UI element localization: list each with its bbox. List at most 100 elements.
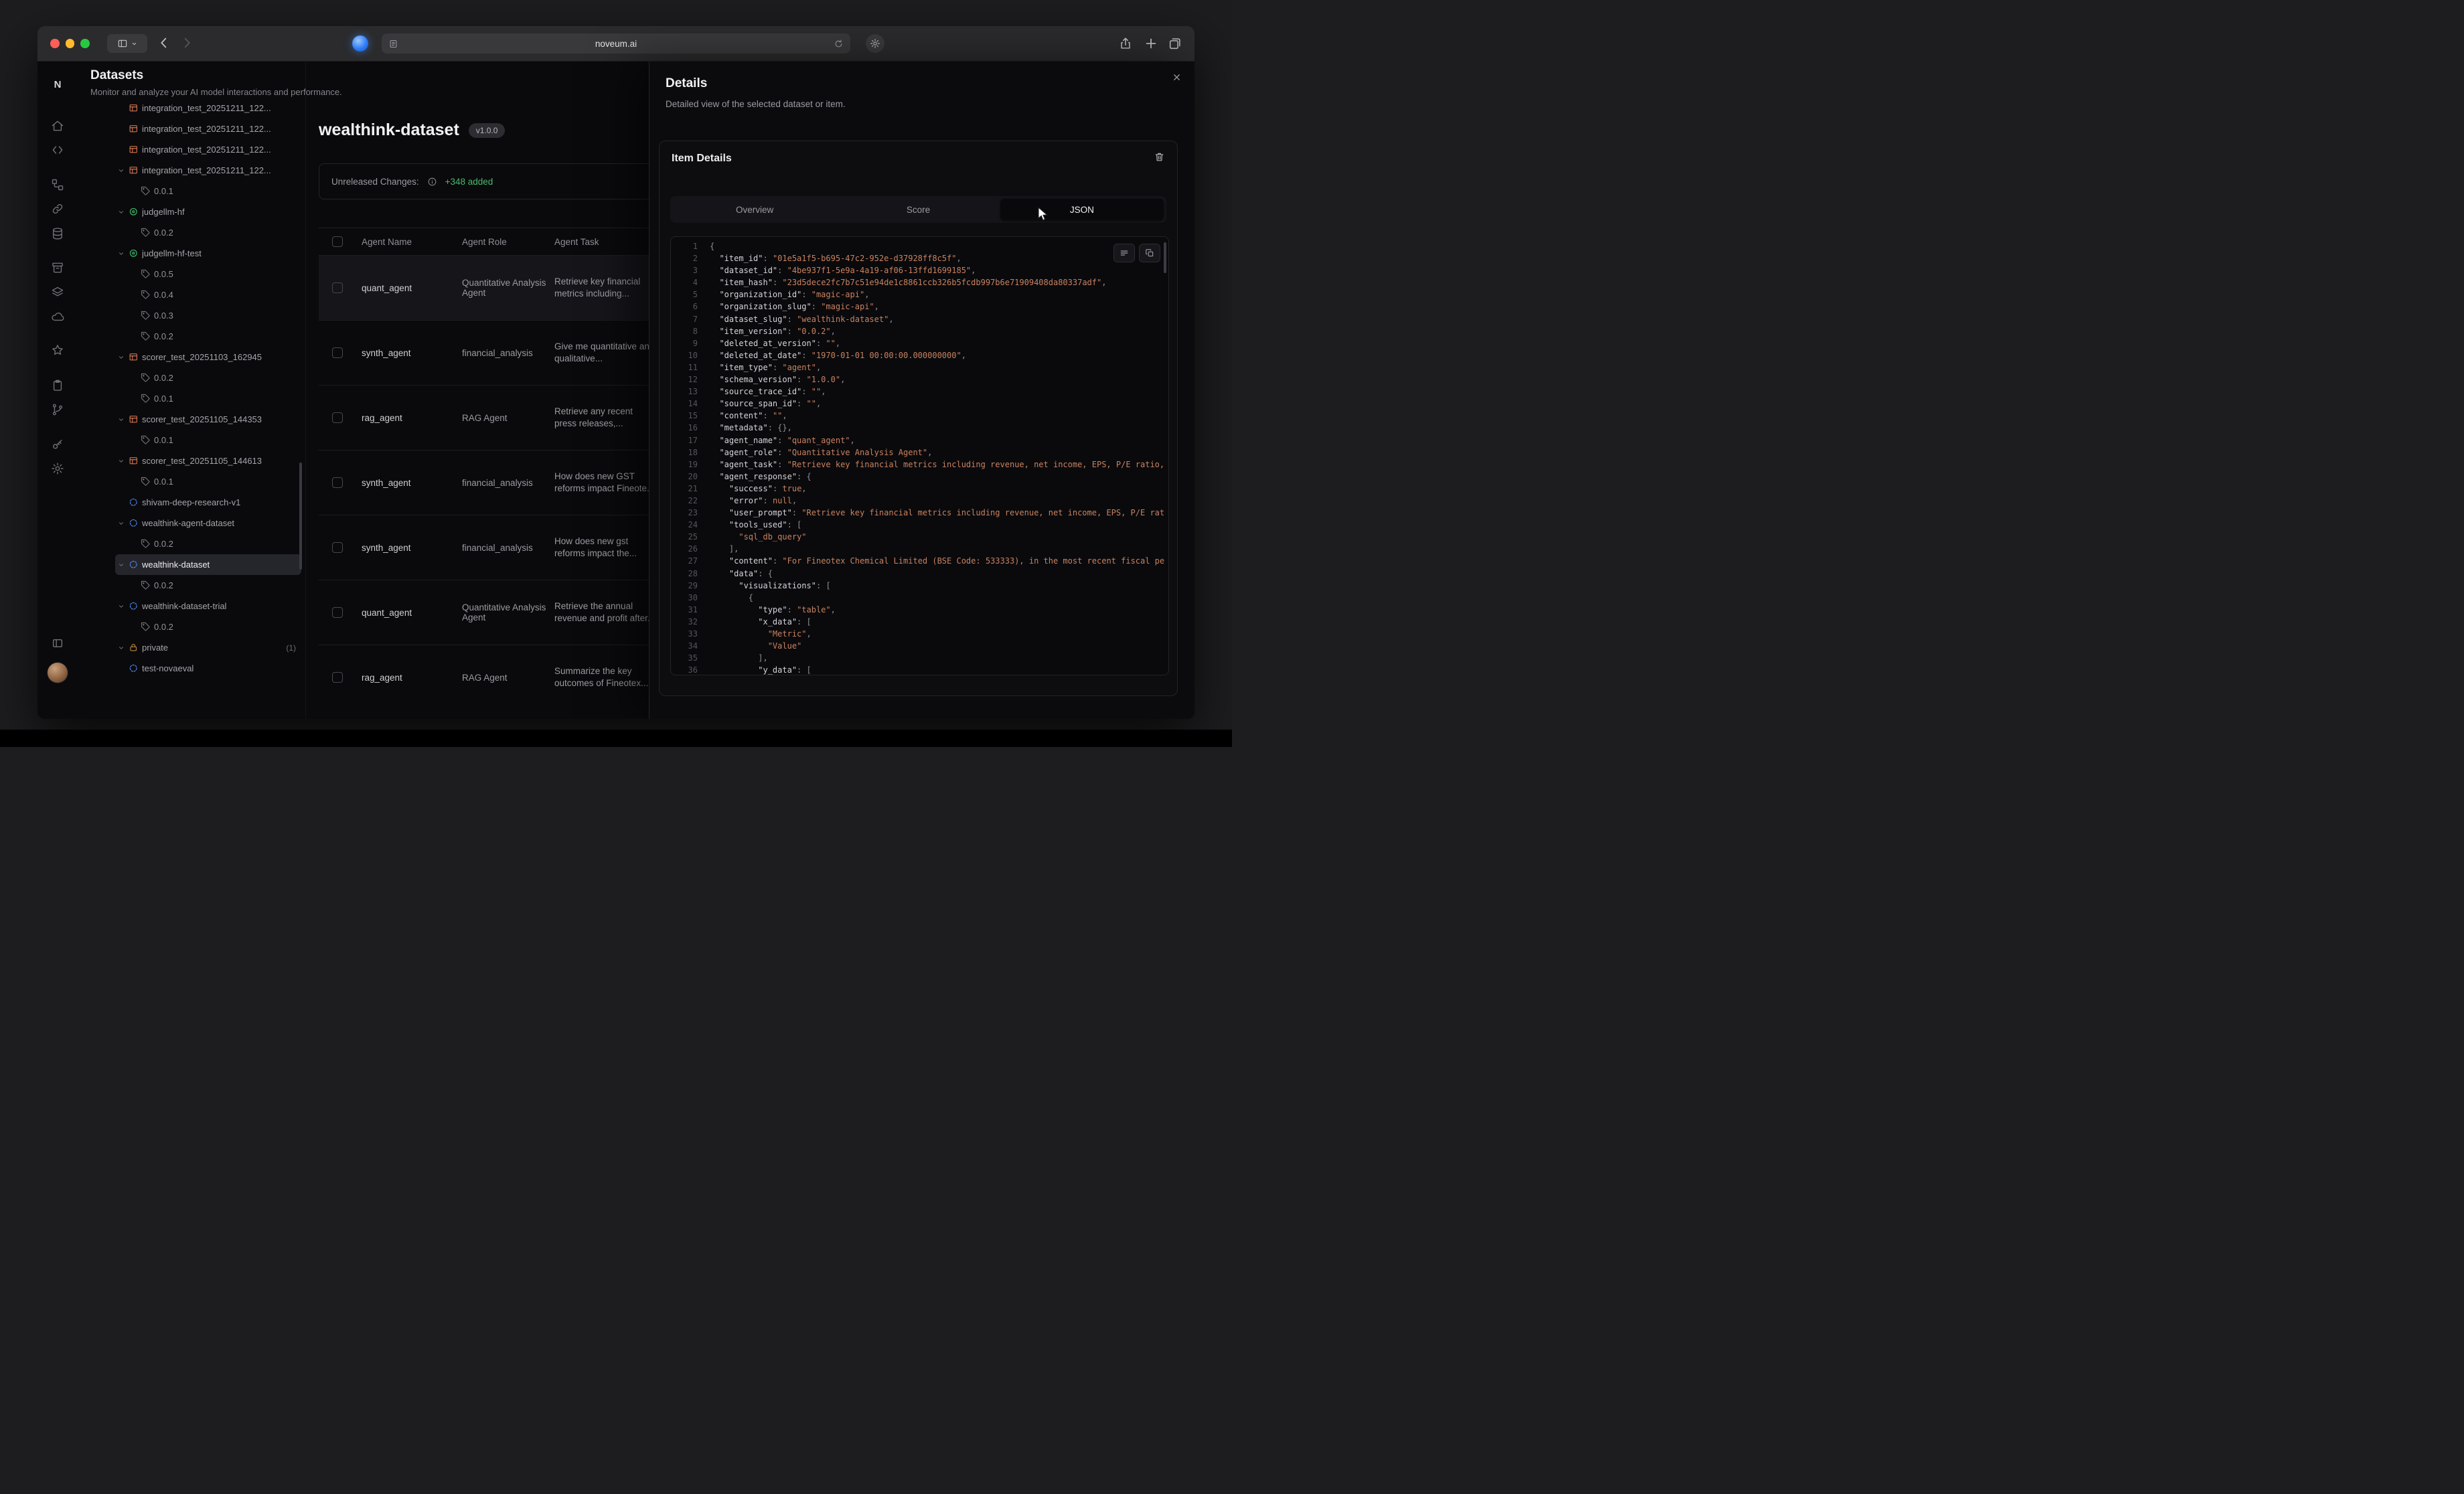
table-row[interactable]: rag_agentRAG AgentRetrieve any recent pr… xyxy=(319,385,664,450)
workflow-icon[interactable] xyxy=(51,178,64,191)
row-checkbox[interactable] xyxy=(332,477,343,488)
site-settings-icon[interactable] xyxy=(388,39,398,49)
json-code-block[interactable]: 1{2 "item_id": "01e5a1f5-b695-47c2-952e-… xyxy=(670,236,1169,675)
close-icon[interactable] xyxy=(1172,72,1182,82)
code-icon[interactable] xyxy=(51,143,64,157)
table-row[interactable]: rag_agentRAG AgentSummarize the key outc… xyxy=(319,645,664,710)
tree-item[interactable]: private(1) xyxy=(115,637,301,658)
address-bar[interactable]: noveum.ai xyxy=(382,33,850,54)
clipboard-icon[interactable] xyxy=(51,379,64,392)
new-tab-button[interactable] xyxy=(1144,36,1158,51)
database-icon[interactable] xyxy=(51,227,64,240)
code-line: 14 "source_span_id": "", xyxy=(671,398,1168,410)
tree-version-item[interactable]: 0.0.2 xyxy=(115,222,301,243)
back-button[interactable] xyxy=(157,35,171,50)
tree-version-item[interactable]: 0.0.2 xyxy=(115,616,301,637)
tree-item[interactable]: scorer_test_20251105_144353 xyxy=(115,409,301,430)
tree-scrollbar[interactable] xyxy=(299,463,302,570)
close-window-button[interactable] xyxy=(50,39,60,48)
browser-window: noveum.ai N Datasets Monitor and analyze… xyxy=(37,26,1195,719)
info-icon[interactable] xyxy=(427,177,437,187)
tree-item-label: scorer_test_20251105_144353 xyxy=(142,414,262,424)
tree-item[interactable]: wealthink-dataset xyxy=(115,554,301,575)
archive-icon[interactable] xyxy=(51,261,64,274)
table-icon xyxy=(129,124,142,134)
row-checkbox[interactable] xyxy=(332,672,343,683)
tree-item[interactable]: integration_test_20251211_122... xyxy=(115,98,301,118)
tree-version-item[interactable]: 0.0.5 xyxy=(115,264,301,284)
code-line: 2 "item_id": "01e5a1f5-b695-47c2-952e-d3… xyxy=(671,252,1168,264)
column-agent-task[interactable]: Agent Task xyxy=(554,232,664,252)
tree-version-item[interactable]: 0.0.2 xyxy=(115,575,301,596)
row-checkbox[interactable] xyxy=(332,347,343,358)
column-agent-role[interactable]: Agent Role xyxy=(462,232,554,252)
app-logo[interactable]: N xyxy=(37,79,78,90)
share-button[interactable] xyxy=(1118,36,1133,51)
row-checkbox[interactable] xyxy=(332,282,343,293)
tree-version-item[interactable]: 0.0.4 xyxy=(115,284,301,305)
tree-version-item[interactable]: 0.0.2 xyxy=(115,326,301,347)
tree-version-item[interactable]: 0.0.2 xyxy=(115,533,301,554)
git-branch-icon[interactable] xyxy=(51,403,64,416)
table-row[interactable]: synth_agentfinancial_analysisGive me qua… xyxy=(319,320,664,385)
tree-item[interactable]: test-novaeval xyxy=(115,658,301,679)
tree-item[interactable]: shivam-deep-research-v1 xyxy=(115,492,301,513)
tree-version-item[interactable]: 0.0.3 xyxy=(115,305,301,326)
star-icon[interactable] xyxy=(51,343,64,357)
tree-item[interactable]: wealthink-dataset-trial xyxy=(115,596,301,616)
table-row[interactable]: quant_agentQuantitative Analysis AgentRe… xyxy=(319,580,664,645)
tree-item[interactable]: judgellm-hf xyxy=(115,201,301,222)
tree-item[interactable]: judgellm-hf-test xyxy=(115,243,301,264)
version-badge: v1.0.0 xyxy=(469,123,506,138)
agent-role-cell: RAG Agent xyxy=(462,667,554,688)
row-checkbox[interactable] xyxy=(332,542,343,553)
sidebar-collapse-icon[interactable] xyxy=(52,637,64,649)
sidebar-toggle-button[interactable] xyxy=(107,34,147,53)
tree-item[interactable]: integration_test_20251211_122... xyxy=(115,160,301,181)
table-row[interactable]: synth_agentfinancial_analysisHow does ne… xyxy=(319,450,664,515)
tab-json[interactable]: JSON xyxy=(1000,199,1164,220)
tree-item[interactable]: wealthink-agent-dataset xyxy=(115,513,301,533)
tree-version-item[interactable]: 0.0.1 xyxy=(115,388,301,409)
table-row[interactable]: synth_agentfinancial_analysisHow does ne… xyxy=(319,515,664,580)
row-checkbox[interactable] xyxy=(332,412,343,423)
select-all-checkbox[interactable] xyxy=(332,236,343,247)
table-icon xyxy=(129,456,142,466)
tree-version-item[interactable]: 0.0.1 xyxy=(115,430,301,450)
tree-item[interactable]: integration_test_20251211_122... xyxy=(115,118,301,139)
tree-version-item[interactable]: 0.0.2 xyxy=(115,367,301,388)
tree-version-item[interactable]: 0.0.1 xyxy=(115,471,301,492)
reload-icon[interactable] xyxy=(834,39,844,49)
column-agent-name[interactable]: Agent Name xyxy=(362,232,462,252)
row-checkbox[interactable] xyxy=(332,607,343,618)
show-tabs-button[interactable] xyxy=(1168,36,1182,51)
table-row[interactable]: quant_agentQuantitative Analysis AgentRe… xyxy=(319,255,664,320)
item-count: (1) xyxy=(286,643,296,653)
link-icon[interactable] xyxy=(51,202,64,216)
tree-version-item[interactable]: 0.0.1 xyxy=(115,181,301,201)
tree-item-label: 0.0.2 xyxy=(154,539,173,549)
tree-item-label: scorer_test_20251105_144613 xyxy=(142,456,262,466)
user-avatar[interactable] xyxy=(48,663,68,683)
delete-item-button[interactable] xyxy=(1154,151,1165,163)
zoom-window-button[interactable] xyxy=(80,39,90,48)
code-scrollbar[interactable] xyxy=(1164,242,1166,273)
wrap-lines-button[interactable] xyxy=(1113,244,1135,262)
tree-item[interactable]: scorer_test_20251105_144613 xyxy=(115,450,301,471)
code-line: 19 "agent_task": "Retrieve key financial… xyxy=(671,459,1168,471)
minimize-window-button[interactable] xyxy=(66,39,75,48)
key-icon[interactable] xyxy=(51,438,64,451)
tab-score[interactable]: Score xyxy=(836,199,1000,220)
tree-item[interactable]: scorer_test_20251103_162945 xyxy=(115,347,301,367)
cloud-icon[interactable] xyxy=(51,310,64,323)
extension-icon[interactable] xyxy=(352,35,368,52)
home-icon[interactable] xyxy=(51,119,64,133)
layers-icon[interactable] xyxy=(51,286,64,299)
settings-icon[interactable] xyxy=(51,462,64,475)
copy-json-button[interactable] xyxy=(1139,244,1160,262)
forward-button[interactable] xyxy=(179,35,194,50)
tab-overview[interactable]: Overview xyxy=(673,199,836,220)
tree-item[interactable]: integration_test_20251211_122... xyxy=(115,139,301,160)
agents-table: Agent Name Agent Role Agent Task quant_a… xyxy=(319,228,664,710)
browser-settings-button[interactable] xyxy=(866,34,884,53)
